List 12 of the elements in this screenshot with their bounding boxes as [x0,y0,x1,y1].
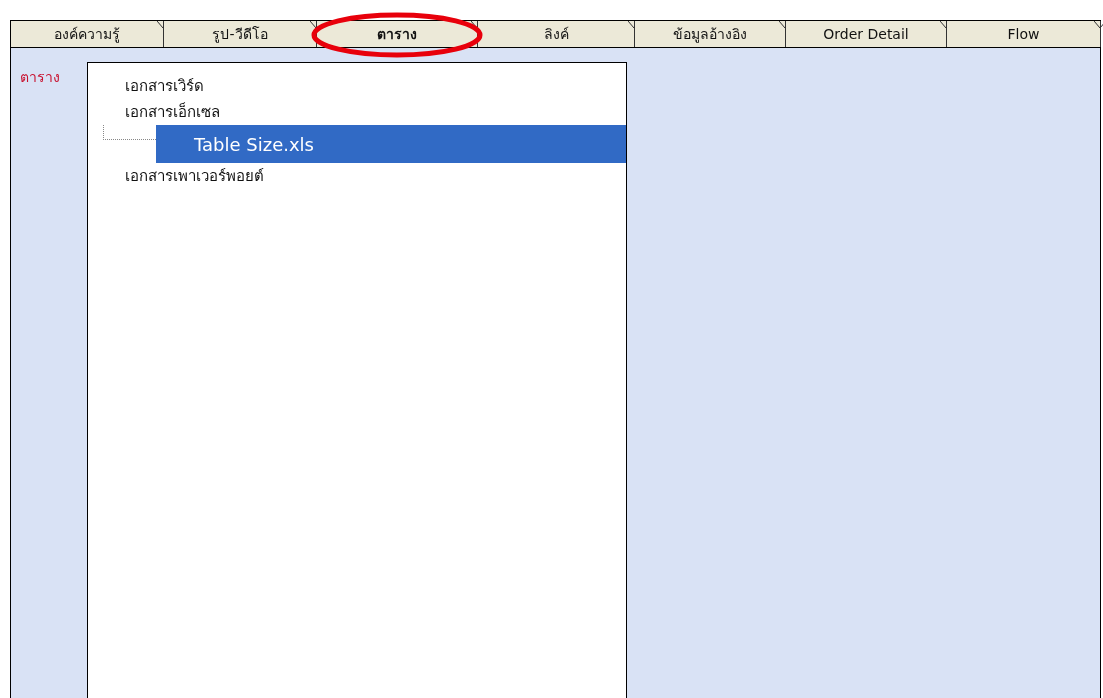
tree-item[interactable]: เอกสารเวิร์ด [88,74,204,98]
tab[interactable]: รูป-วีดีโอ [164,21,317,47]
tree-item[interactable]: เอกสารเอ็กเซล [88,100,220,124]
tree-item[interactable]: เอกสารเพาเวอร์พอยต์ [88,164,264,188]
tab[interactable]: Flow [947,21,1101,47]
tab-notch-icon [1094,21,1103,28]
tab[interactable]: Order Detail [786,21,947,47]
tab[interactable]: ข้อมูลอ้างอิง [635,21,786,47]
tab[interactable]: องค์ความรู้ [11,21,164,47]
panel-label: ตาราง [20,68,61,87]
tree-item[interactable]: Table Size.xls [156,125,626,163]
tab[interactable]: ลิงค์ [478,21,635,47]
